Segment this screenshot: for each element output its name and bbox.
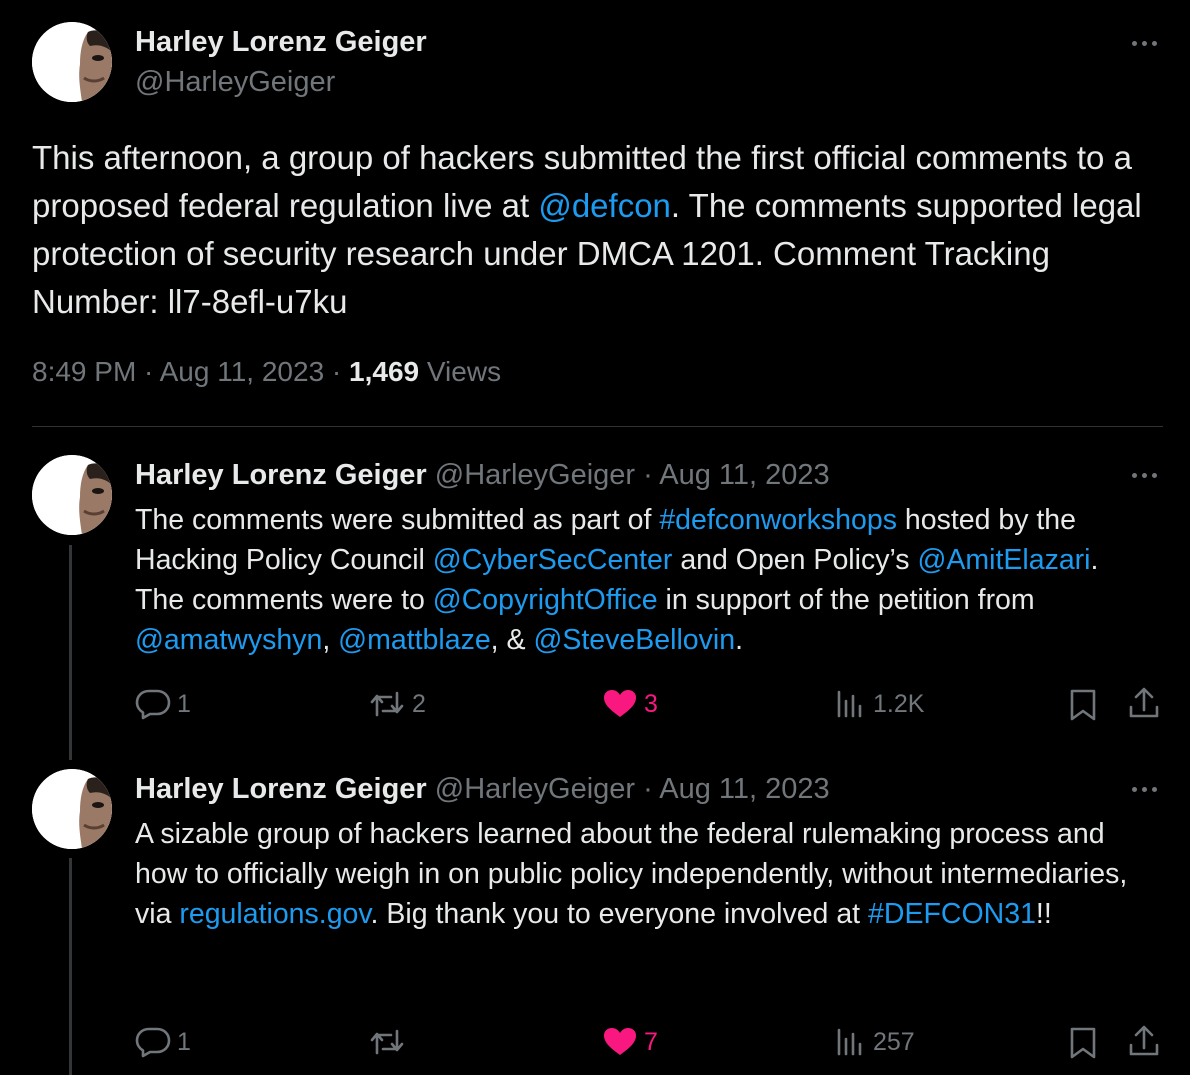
author-handle[interactable]: @HarleyGeiger xyxy=(435,773,635,805)
views-button[interactable]: 1.2K xyxy=(835,688,924,720)
reply-text-part: . xyxy=(735,624,743,656)
like-count: 7 xyxy=(644,1027,658,1056)
reply-header: Harley Lorenz Geiger @HarleyGeiger · Aug… xyxy=(135,459,830,492)
tweet-date[interactable]: Aug 11, 2023 xyxy=(160,356,325,387)
more-icon[interactable] xyxy=(1127,782,1161,796)
comment-icon xyxy=(135,1027,171,1058)
author-name[interactable]: Harley Lorenz Geiger xyxy=(135,773,427,805)
author-name[interactable]: Harley Lorenz Geiger xyxy=(135,26,427,59)
more-icon[interactable] xyxy=(1127,36,1161,50)
views-count: 1.2K xyxy=(873,689,925,718)
reply-header: Harley Lorenz Geiger @HarleyGeiger · Aug… xyxy=(135,773,830,806)
repost-button[interactable] xyxy=(368,1026,412,1058)
reply-count: 1 xyxy=(177,689,191,718)
thread-line xyxy=(69,545,72,760)
mention-link[interactable]: @SteveBellovin xyxy=(533,624,735,656)
tweet-time[interactable]: 8:49 PM xyxy=(32,356,136,387)
reply-text-part: . Big thank you to everyone involved at xyxy=(370,898,869,930)
reply-text-part: and Open Policy’s xyxy=(672,544,918,576)
analytics-icon xyxy=(837,690,862,718)
heart-icon xyxy=(604,1028,636,1055)
like-button[interactable]: 3 xyxy=(602,688,658,720)
comment-icon xyxy=(135,689,171,720)
hashtag-link[interactable]: #DEFCON31 xyxy=(868,898,1036,930)
author-name[interactable]: Harley Lorenz Geiger xyxy=(135,459,427,491)
mention-link[interactable]: @amatwyshyn xyxy=(135,624,322,656)
divider xyxy=(32,426,1163,427)
bookmark-icon xyxy=(1070,1027,1096,1059)
mention-link[interactable]: @CyberSecCenter xyxy=(433,544,673,576)
like-count: 3 xyxy=(644,689,658,718)
separator: · xyxy=(635,459,660,491)
reply-text-part: , & xyxy=(490,624,534,656)
avatar[interactable] xyxy=(32,22,112,102)
hashtag-link[interactable]: #defconworkshops xyxy=(659,504,897,536)
avatar[interactable] xyxy=(32,769,112,849)
share-icon xyxy=(1129,1025,1159,1056)
author-handle[interactable]: @HarleyGeiger xyxy=(435,459,635,491)
reply-button[interactable]: 1 xyxy=(135,688,191,720)
reply-text-part: The comments were submitted as part of xyxy=(135,504,660,536)
reply-button[interactable]: 1 xyxy=(135,1026,191,1058)
views-count: 257 xyxy=(873,1027,915,1056)
share-icon xyxy=(1129,687,1159,718)
reply-text: A sizable group of hackers learned about… xyxy=(135,814,1145,934)
tweet-meta: 8:49 PM · Aug 11, 2023 · 1,469 Views xyxy=(32,356,501,388)
views-button[interactable]: 257 xyxy=(835,1026,915,1058)
reply-text: The comments were submitted as part of #… xyxy=(135,500,1145,660)
separator: · xyxy=(324,356,350,387)
mention-link[interactable]: @mattblaze xyxy=(338,624,491,656)
repost-count: 2 xyxy=(412,689,426,718)
views-label: Views xyxy=(426,356,502,387)
reply-text-part: , xyxy=(322,624,339,656)
more-icon[interactable] xyxy=(1127,468,1161,482)
bookmark-button[interactable] xyxy=(1068,688,1098,722)
heart-icon xyxy=(604,690,636,717)
bookmark-button[interactable] xyxy=(1068,1026,1098,1060)
reply-count: 1 xyxy=(177,1027,191,1056)
mention-link[interactable]: @defcon xyxy=(538,187,671,224)
avatar[interactable] xyxy=(32,455,112,535)
reply-date[interactable]: Aug 11, 2023 xyxy=(659,773,829,805)
repost-icon xyxy=(370,1029,404,1055)
separator: · xyxy=(635,773,660,805)
thread-line xyxy=(69,858,72,1075)
separator: · xyxy=(136,356,160,387)
repost-button[interactable]: 2 xyxy=(368,688,426,720)
bookmark-icon xyxy=(1070,689,1096,721)
tweet-text: This afternoon, a group of hackers submi… xyxy=(32,134,1167,326)
mention-link[interactable]: @AmitElazari xyxy=(917,544,1090,576)
reply-date[interactable]: Aug 11, 2023 xyxy=(659,459,829,491)
author-handle[interactable]: @HarleyGeiger xyxy=(135,66,335,99)
like-button[interactable]: 7 xyxy=(602,1026,658,1058)
share-button[interactable] xyxy=(1127,686,1161,720)
share-button[interactable] xyxy=(1127,1024,1161,1058)
repost-icon xyxy=(370,691,404,717)
website-link[interactable]: regulations.gov xyxy=(179,898,370,930)
reply-text-part: in support of the petition from xyxy=(657,584,1043,616)
reply-text-part: !! xyxy=(1035,898,1052,930)
mention-link[interactable]: @CopyrightOffice xyxy=(433,584,658,616)
analytics-icon xyxy=(837,1028,862,1056)
views-count: 1,469 xyxy=(349,356,420,387)
